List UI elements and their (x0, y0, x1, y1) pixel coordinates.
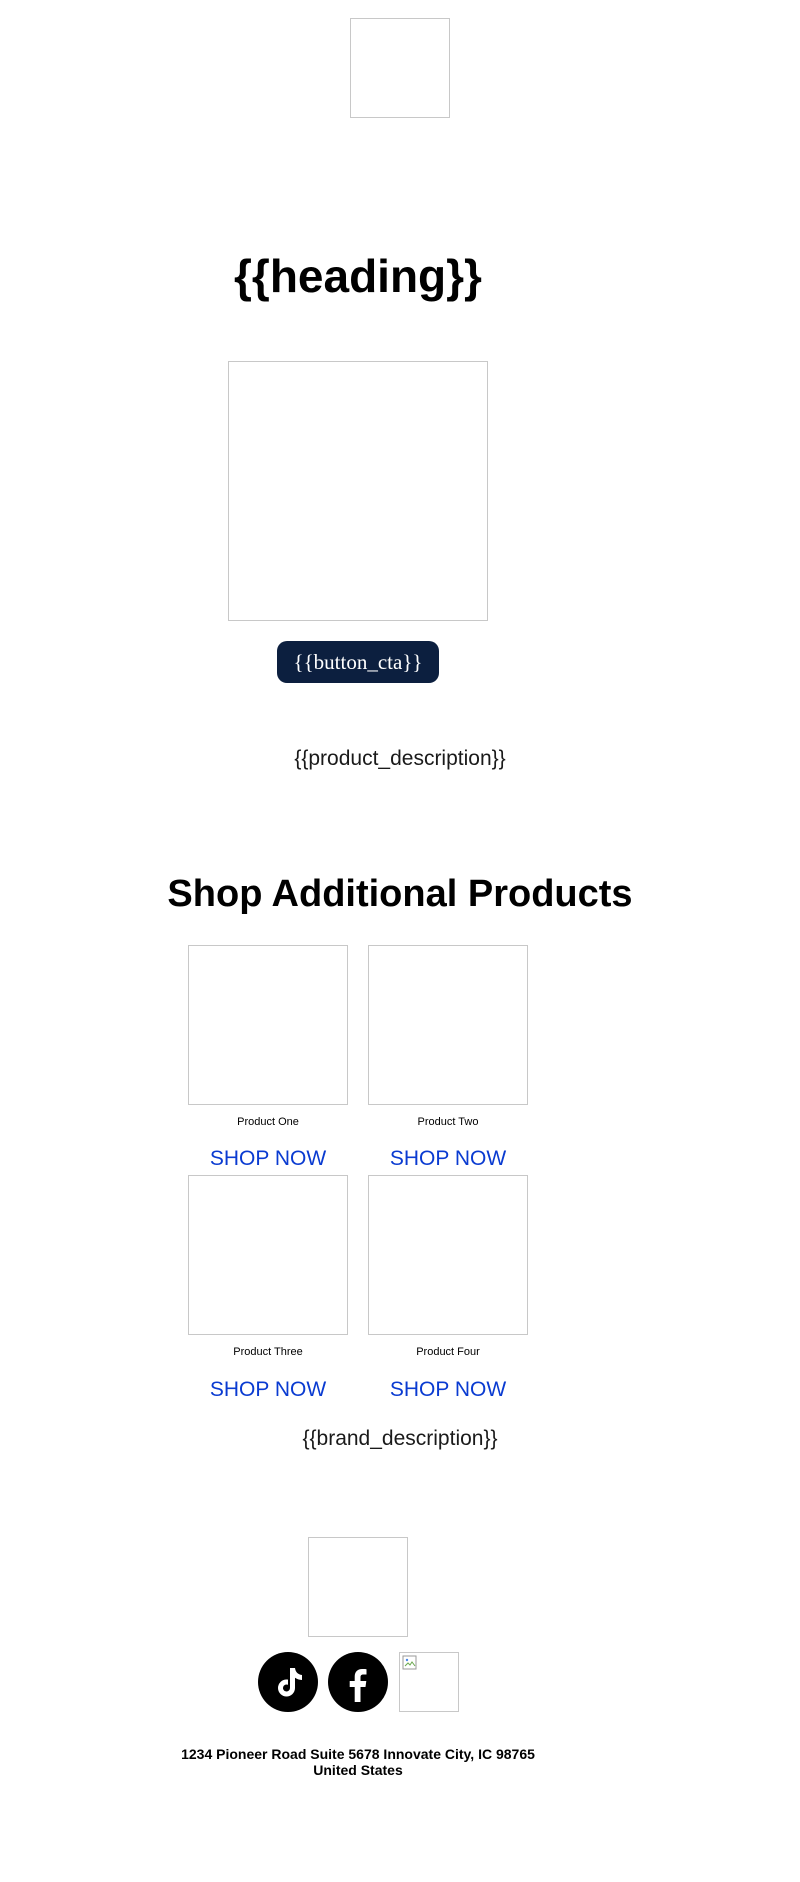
shop-now-link[interactable]: SHOP NOW (368, 1146, 528, 1172)
address-line-2: United States (313, 1762, 403, 1778)
brand-description: {{brand_description}} (302, 1427, 498, 1450)
footer-address: 1234 Pioneer Road Suite 5678 Innovate Ci… (0, 1746, 716, 1778)
product-image[interactable] (368, 945, 528, 1105)
tiktok-glyph (278, 1668, 302, 1697)
email-heading: {{heading}} (234, 250, 482, 302)
product-image[interactable] (368, 1175, 528, 1335)
product-name: Product One (237, 1116, 299, 1128)
shop-section-title: Shop Additional Products (167, 873, 633, 915)
footer-logo-image (308, 1537, 408, 1637)
address-line-1: 1234 Pioneer Road Suite 5678 Innovate Ci… (181, 1746, 535, 1762)
shop-now-link[interactable]: SHOP NOW (368, 1377, 528, 1403)
shop-now-link[interactable]: SHOP NOW (188, 1377, 348, 1403)
product-description: {{product_description}} (294, 747, 506, 770)
product-image[interactable] (188, 945, 348, 1105)
cta-button[interactable]: {{button_cta}} (277, 641, 439, 683)
facebook-glyph (349, 1669, 367, 1702)
product-name: Product Two (417, 1116, 479, 1128)
logo-image (350, 18, 450, 118)
product-name: Product Three (233, 1346, 303, 1358)
broken-image-glyph (402, 1655, 417, 1670)
product-name: Product Four (416, 1346, 480, 1358)
product-image[interactable] (188, 1175, 348, 1335)
facebook-icon[interactable] (328, 1652, 388, 1712)
shop-now-link[interactable]: SHOP NOW (188, 1146, 348, 1172)
broken-image-icon[interactable] (399, 1652, 459, 1712)
tiktok-icon[interactable] (258, 1652, 318, 1712)
hero-product-image (228, 361, 488, 621)
